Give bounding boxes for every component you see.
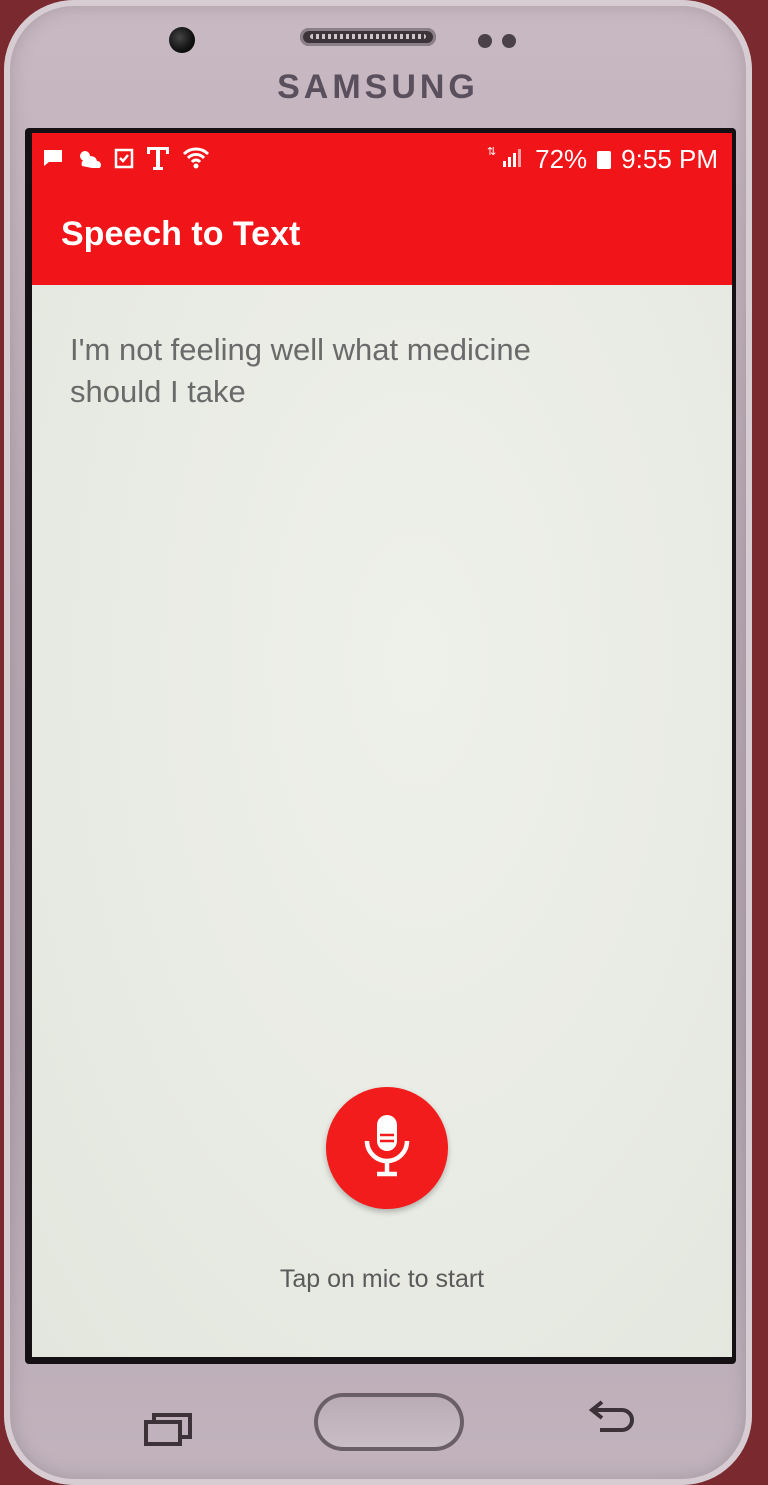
device-brand: SAMSUNG (277, 68, 479, 106)
app-bar: Speech to Text (32, 183, 732, 285)
recent-apps-key[interactable] (144, 1412, 194, 1451)
status-right: ⇅ 72% 9:55 PM (487, 143, 718, 176)
svg-text:⇅: ⇅ (487, 146, 496, 158)
notification-icons (42, 145, 210, 177)
status-bar: ⇅ 72% 9:55 PM (32, 133, 732, 183)
light-sensor (502, 34, 516, 48)
microphone-icon (359, 1111, 415, 1186)
recent-apps-icon (144, 1413, 194, 1450)
transcript-text: I'm not feeling well what medicine shoul… (70, 332, 531, 409)
battery-percent: 72% (535, 144, 588, 174)
proximity-sensor (478, 34, 492, 48)
message-icon (42, 148, 64, 174)
app-title: Speech to Text (61, 215, 301, 253)
phone-screen: ⇅ 72% 9:55 PM Speech to Text I'm not fee… (25, 128, 736, 1364)
wifi-icon (182, 146, 210, 176)
home-key[interactable] (314, 1393, 464, 1451)
mic-hint: Tap on mic to start (279, 1265, 485, 1293)
back-key[interactable] (586, 1398, 636, 1437)
weather-icon (76, 148, 102, 174)
mic-button[interactable] (326, 1087, 448, 1209)
main-content: I'm not feeling well what medicine shoul… (32, 285, 732, 1357)
front-camera (169, 27, 195, 53)
signal-icon: ⇅ (487, 143, 525, 176)
phone-frame: SAMSUNG ⇅ 72% 9:55 PM Speech to Text I'm… (4, 0, 752, 1485)
battery-icon (597, 150, 612, 169)
back-icon (586, 1400, 636, 1436)
carrier-t-icon (146, 145, 170, 177)
earpiece-speaker (300, 28, 436, 46)
task-icon (114, 147, 134, 175)
status-time: 9:55 PM (621, 144, 718, 174)
